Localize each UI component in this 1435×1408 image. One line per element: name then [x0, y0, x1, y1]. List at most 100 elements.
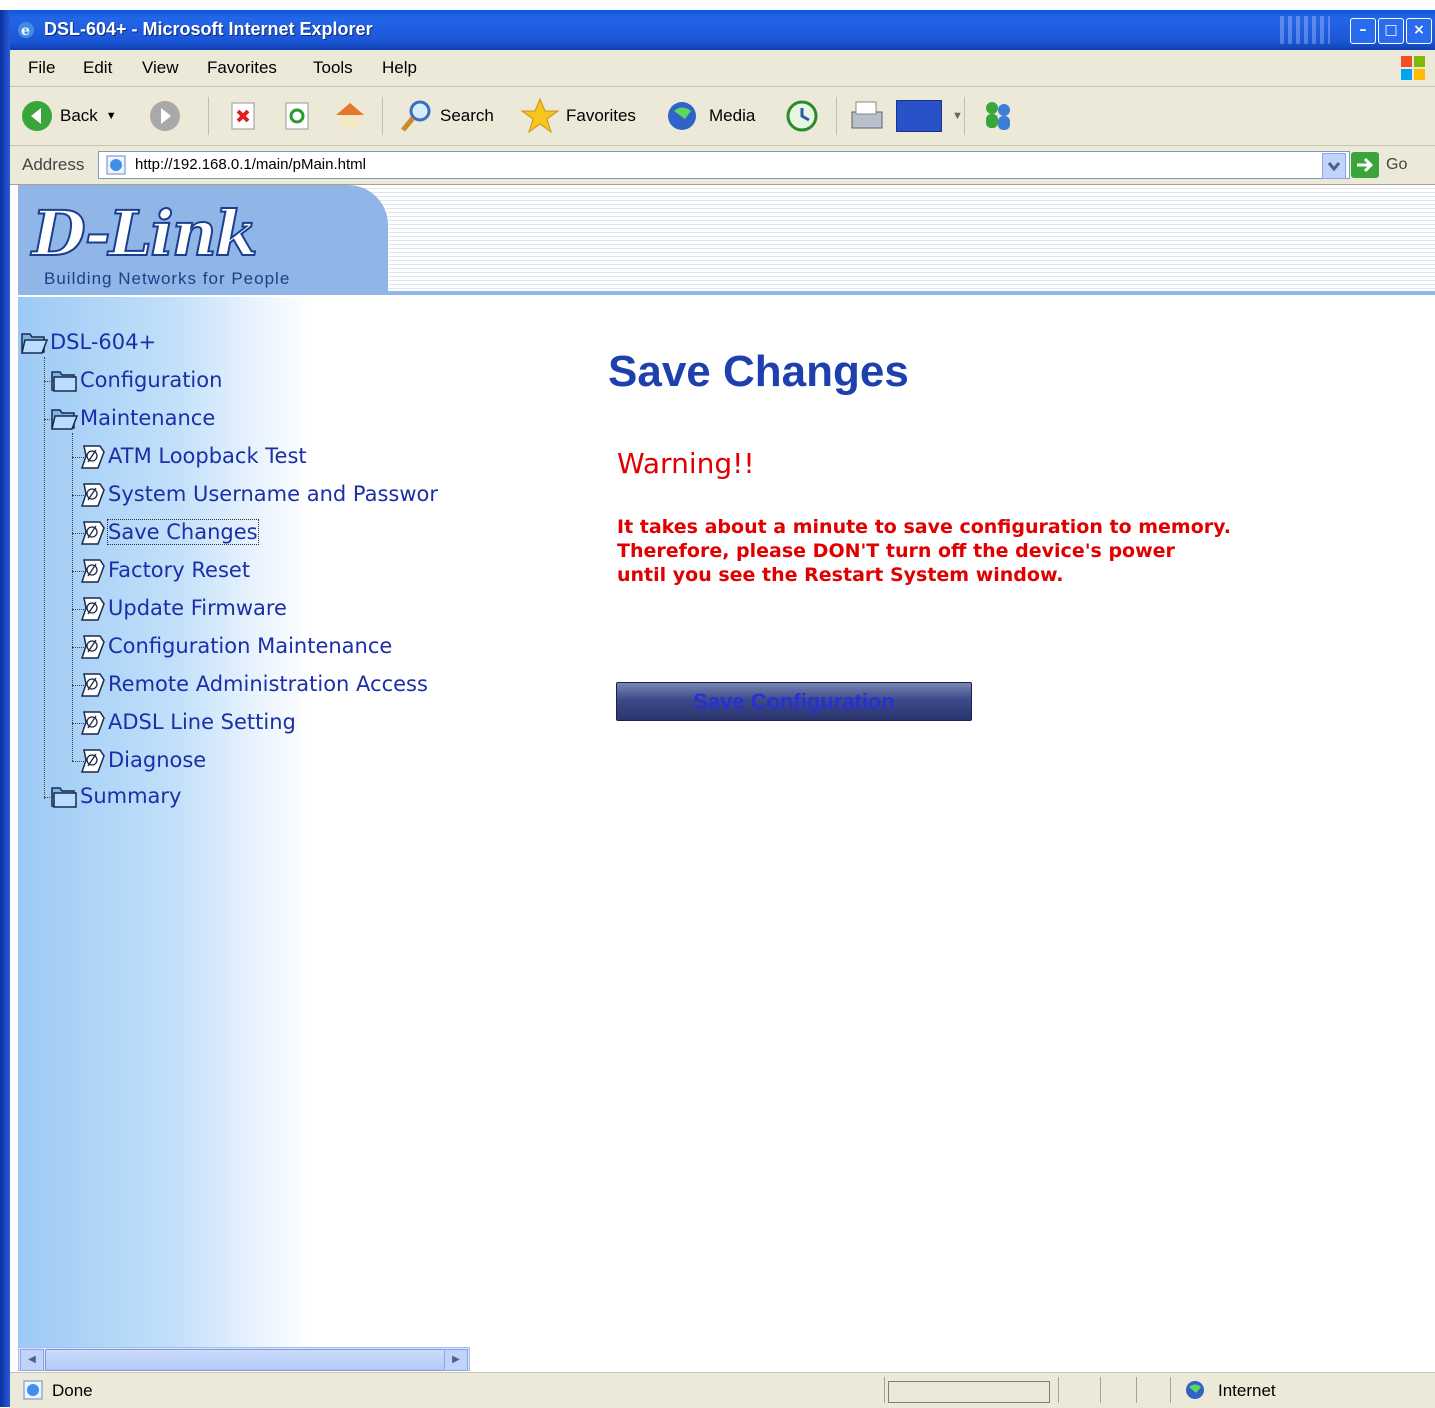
warning-line: It takes about a minute to save configur…: [617, 516, 1232, 538]
page-document-icon: [80, 521, 105, 545]
forward-arrow-icon: [150, 101, 180, 131]
status-bar: Done Internet: [10, 1372, 1435, 1408]
page-document-icon: [80, 635, 105, 659]
search-button[interactable]: Search: [398, 98, 494, 134]
tree-item[interactable]: Update Firmware: [78, 594, 287, 622]
toolbar: Back ▼ Search Favorites Media ▼: [10, 87, 1435, 146]
status-text: Done: [52, 1381, 93, 1400]
tree-item[interactable]: Diagnose: [78, 746, 206, 774]
windows-logo-icon: [1401, 56, 1425, 80]
page-document-icon: [80, 483, 105, 507]
tree-item-label: ATM Loopback Test: [108, 444, 307, 468]
messenger-button[interactable]: [978, 98, 1018, 134]
close-button[interactable]: ×: [1406, 18, 1432, 44]
horizontal-scrollbar[interactable]: ◀ ▶: [18, 1347, 470, 1371]
tree-item-label: Update Firmware: [108, 596, 287, 620]
menu-edit[interactable]: Edit: [83, 58, 112, 78]
media-label: Media: [709, 106, 756, 125]
folder-open-icon: [21, 333, 48, 354]
messenger-icon: [986, 102, 1010, 130]
page-document-icon: [80, 597, 105, 621]
status-panel: [884, 1377, 885, 1403]
warning-line: until you see the Restart System window.: [617, 564, 1064, 586]
scroll-left-button[interactable]: ◀: [20, 1349, 44, 1371]
tree-item[interactable]: Factory Reset: [78, 556, 250, 584]
menu-file[interactable]: File: [28, 58, 55, 78]
tree-configuration-label: Configuration: [80, 368, 223, 392]
menu-favorites[interactable]: Favorites: [207, 58, 277, 78]
title-bar[interactable]: e DSL-604+ - Microsoft Internet Explorer…: [10, 10, 1435, 50]
svg-text:e: e: [21, 23, 30, 39]
internet-zone-icon: [1186, 1381, 1204, 1399]
tree-line: [44, 357, 45, 799]
favorites-button[interactable]: Favorites: [520, 97, 636, 134]
tree-item-label: Factory Reset: [108, 558, 251, 582]
menu-help[interactable]: Help: [382, 58, 417, 78]
tree-root-dsl604[interactable]: DSL-604+: [20, 328, 156, 356]
status-panel: [1100, 1377, 1101, 1403]
page-title: Save Changes: [608, 347, 909, 396]
refresh-button[interactable]: [282, 98, 312, 134]
menu-tools[interactable]: Tools: [313, 58, 353, 78]
address-input[interactable]: http://192.168.0.1/main/pMain.html: [98, 151, 1350, 179]
tree-item[interactable]: ATM Loopback Test: [78, 442, 307, 470]
print-icon: [851, 101, 883, 129]
edit-icon: [896, 100, 942, 132]
tree-item-label: Save Changes: [107, 519, 259, 545]
tree-item-label: ADSL Line Setting: [108, 710, 296, 734]
address-url: http://192.168.0.1/main/pMain.html: [135, 156, 366, 173]
menu-view[interactable]: View: [142, 58, 179, 78]
folder-closed-icon: [51, 787, 77, 808]
tree-folder-configuration[interactable]: Configuration: [50, 366, 222, 394]
save-configuration-button[interactable]: Save Configuration: [616, 682, 972, 721]
back-arrow-icon: [22, 101, 52, 131]
page-status-icon: [23, 1380, 43, 1400]
tree-item[interactable]: ADSL Line Setting: [78, 708, 296, 736]
forward-button[interactable]: [148, 98, 182, 134]
ie-app-icon: e: [18, 22, 34, 39]
scroll-right-button[interactable]: ▶: [444, 1349, 468, 1371]
status-panel: [1170, 1377, 1171, 1403]
page-document-icon: [80, 673, 105, 697]
stop-button[interactable]: [228, 98, 258, 134]
go-button[interactable]: Go: [1350, 151, 1407, 179]
toolbar-separator: [836, 97, 838, 135]
tree-folder-summary[interactable]: Summary: [50, 782, 181, 810]
edit-button[interactable]: ▼: [896, 98, 963, 134]
back-button[interactable]: Back ▼: [20, 98, 117, 134]
back-dropdown-icon[interactable]: ▼: [106, 110, 117, 122]
mail-button[interactable]: [846, 98, 886, 134]
tree-folder-maintenance[interactable]: Maintenance: [50, 404, 215, 432]
history-button[interactable]: [784, 98, 820, 134]
chevron-down-icon: [1327, 162, 1341, 172]
refresh-icon: [285, 102, 309, 130]
maximize-button[interactable]: □: [1378, 18, 1404, 44]
edit-dropdown-icon[interactable]: ▼: [952, 110, 963, 122]
tree-line: [72, 433, 73, 761]
address-label: Address: [22, 155, 85, 174]
history-icon: [786, 100, 818, 132]
status-panel: [1058, 1377, 1059, 1403]
tree-item[interactable]: Save Changes: [78, 518, 259, 546]
scroll-thumb[interactable]: [45, 1349, 447, 1371]
back-label: Back: [60, 106, 98, 125]
home-button[interactable]: [332, 98, 368, 134]
tree-item-label: Remote Administration Access: [108, 672, 428, 696]
toolbar-separator: [382, 97, 384, 135]
page-document-icon: [80, 749, 105, 773]
tree-item[interactable]: Remote Administration Access: [78, 670, 428, 698]
folder-closed-icon: [51, 371, 77, 392]
ie-window: e DSL-604+ - Microsoft Internet Explorer…: [0, 0, 1435, 1408]
search-icon: [401, 100, 431, 132]
tree-item[interactable]: System Username and Passwor: [78, 480, 438, 508]
minimize-button[interactable]: –: [1350, 18, 1376, 44]
home-icon: [336, 103, 364, 129]
go-arrow-icon: [1351, 152, 1379, 178]
address-dropdown-button[interactable]: [1322, 153, 1346, 179]
media-button[interactable]: Media: [665, 98, 755, 134]
page-document-icon: [80, 559, 105, 583]
page-document-icon: [80, 445, 105, 469]
favorites-label: Favorites: [566, 106, 636, 125]
window-border: [0, 10, 10, 1407]
tree-item[interactable]: Configuration Maintenance: [78, 632, 392, 660]
